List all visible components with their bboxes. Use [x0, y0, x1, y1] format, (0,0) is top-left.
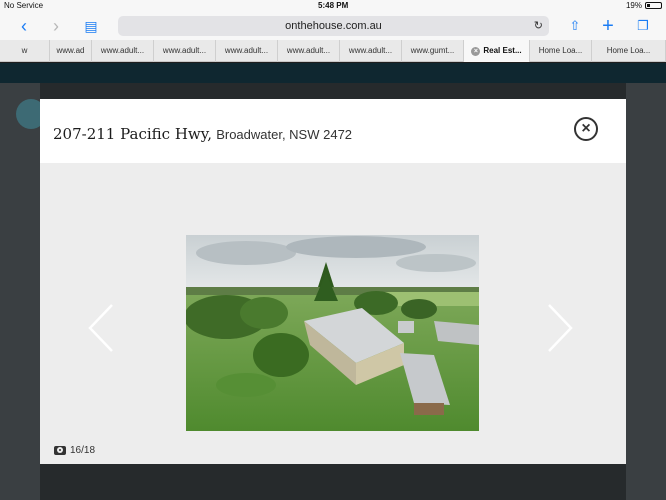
address-street: 207-211 Pacific Hwy,	[53, 125, 213, 143]
photo-gallery-modal: 207-211 Pacific Hwy, Broadwater, NSW 247…	[40, 99, 626, 464]
forward-icon[interactable]: ›	[46, 16, 66, 36]
modal-header: 207-211 Pacific Hwy, Broadwater, NSW 247…	[40, 99, 626, 163]
aerial-house-image	[186, 235, 479, 431]
tab-label: www.adult...	[348, 46, 393, 55]
tab-label: Home Loa...	[538, 46, 583, 55]
tab-label: www.adult...	[100, 46, 145, 55]
tab-strip: w www.ad www.adult... www.adult... www.adult…	[0, 40, 666, 62]
browser-tab[interactable]: × Real Est...	[464, 40, 530, 62]
close-icon: ×	[581, 120, 591, 137]
close-button[interactable]: ×	[574, 117, 598, 141]
previous-photo-button[interactable]	[86, 303, 116, 353]
tab-label: www.gumt...	[410, 46, 455, 55]
url-text: onthehouse.com.au	[285, 20, 382, 32]
property-address: 207-211 Pacific Hwy, Broadwater, NSW 247…	[53, 125, 352, 143]
browser-tab[interactable]: www.adult...	[278, 40, 340, 62]
site-header	[0, 63, 666, 83]
tab-label: Home Loa...	[606, 46, 651, 55]
browser-tab[interactable]: Home Loa...	[530, 40, 592, 62]
tab-label: w	[21, 46, 28, 55]
browser-tab[interactable]: www.ad	[50, 40, 92, 62]
photo-counter-text: 16/18	[70, 445, 96, 456]
status-bar: No Service 5:48 PM 19%	[0, 0, 666, 12]
address-locality: Broadwater, NSW 2472	[216, 127, 353, 142]
browser-tab[interactable]: www.gumt...	[402, 40, 464, 62]
browser-tab[interactable]: www.adult...	[216, 40, 278, 62]
status-right: 19%	[626, 1, 662, 10]
browser-tab[interactable]: www.adult...	[92, 40, 154, 62]
clock: 5:48 PM	[318, 1, 349, 10]
next-photo-button[interactable]	[545, 303, 575, 353]
tab-label: Real Est...	[483, 46, 522, 55]
gallery-body: 16/18	[40, 163, 626, 464]
tab-label: www.adult...	[162, 46, 207, 55]
bookmarks-icon[interactable]: ▤	[80, 16, 102, 36]
browser-tab[interactable]: www.adult...	[154, 40, 216, 62]
chevron-right-icon	[548, 304, 573, 352]
browser-tab[interactable]: www.adult...	[340, 40, 402, 62]
carrier-label: No Service	[4, 1, 44, 10]
battery-icon	[645, 2, 662, 9]
chevron-left-icon	[88, 304, 113, 352]
background-page-right	[626, 83, 666, 500]
back-icon[interactable]: ‹	[14, 16, 34, 36]
browser-toolbar: ‹ › ▤ onthehouse.com.au ↻ ⇧ + ❐	[0, 12, 666, 40]
photo-counter: 16/18	[54, 445, 95, 456]
battery-percent: 19%	[625, 1, 642, 10]
tabs-overview-icon[interactable]: ❐	[634, 16, 652, 36]
new-tab-icon[interactable]: +	[598, 16, 618, 36]
address-bar[interactable]: onthehouse.com.au ↻	[118, 16, 549, 36]
camera-icon	[54, 446, 66, 455]
tab-label: www.ad	[56, 46, 85, 55]
property-photo	[186, 235, 479, 431]
background-page-left	[0, 83, 40, 500]
share-icon[interactable]: ⇧	[566, 16, 584, 36]
browser-tab[interactable]: w	[0, 40, 50, 62]
tab-label: www.adult...	[286, 46, 331, 55]
browser-tab[interactable]: Home Loa...	[592, 40, 666, 62]
tab-close-icon[interactable]: ×	[471, 47, 481, 56]
reload-icon[interactable]: ↻	[534, 16, 543, 36]
tab-label: www.adult...	[224, 46, 269, 55]
